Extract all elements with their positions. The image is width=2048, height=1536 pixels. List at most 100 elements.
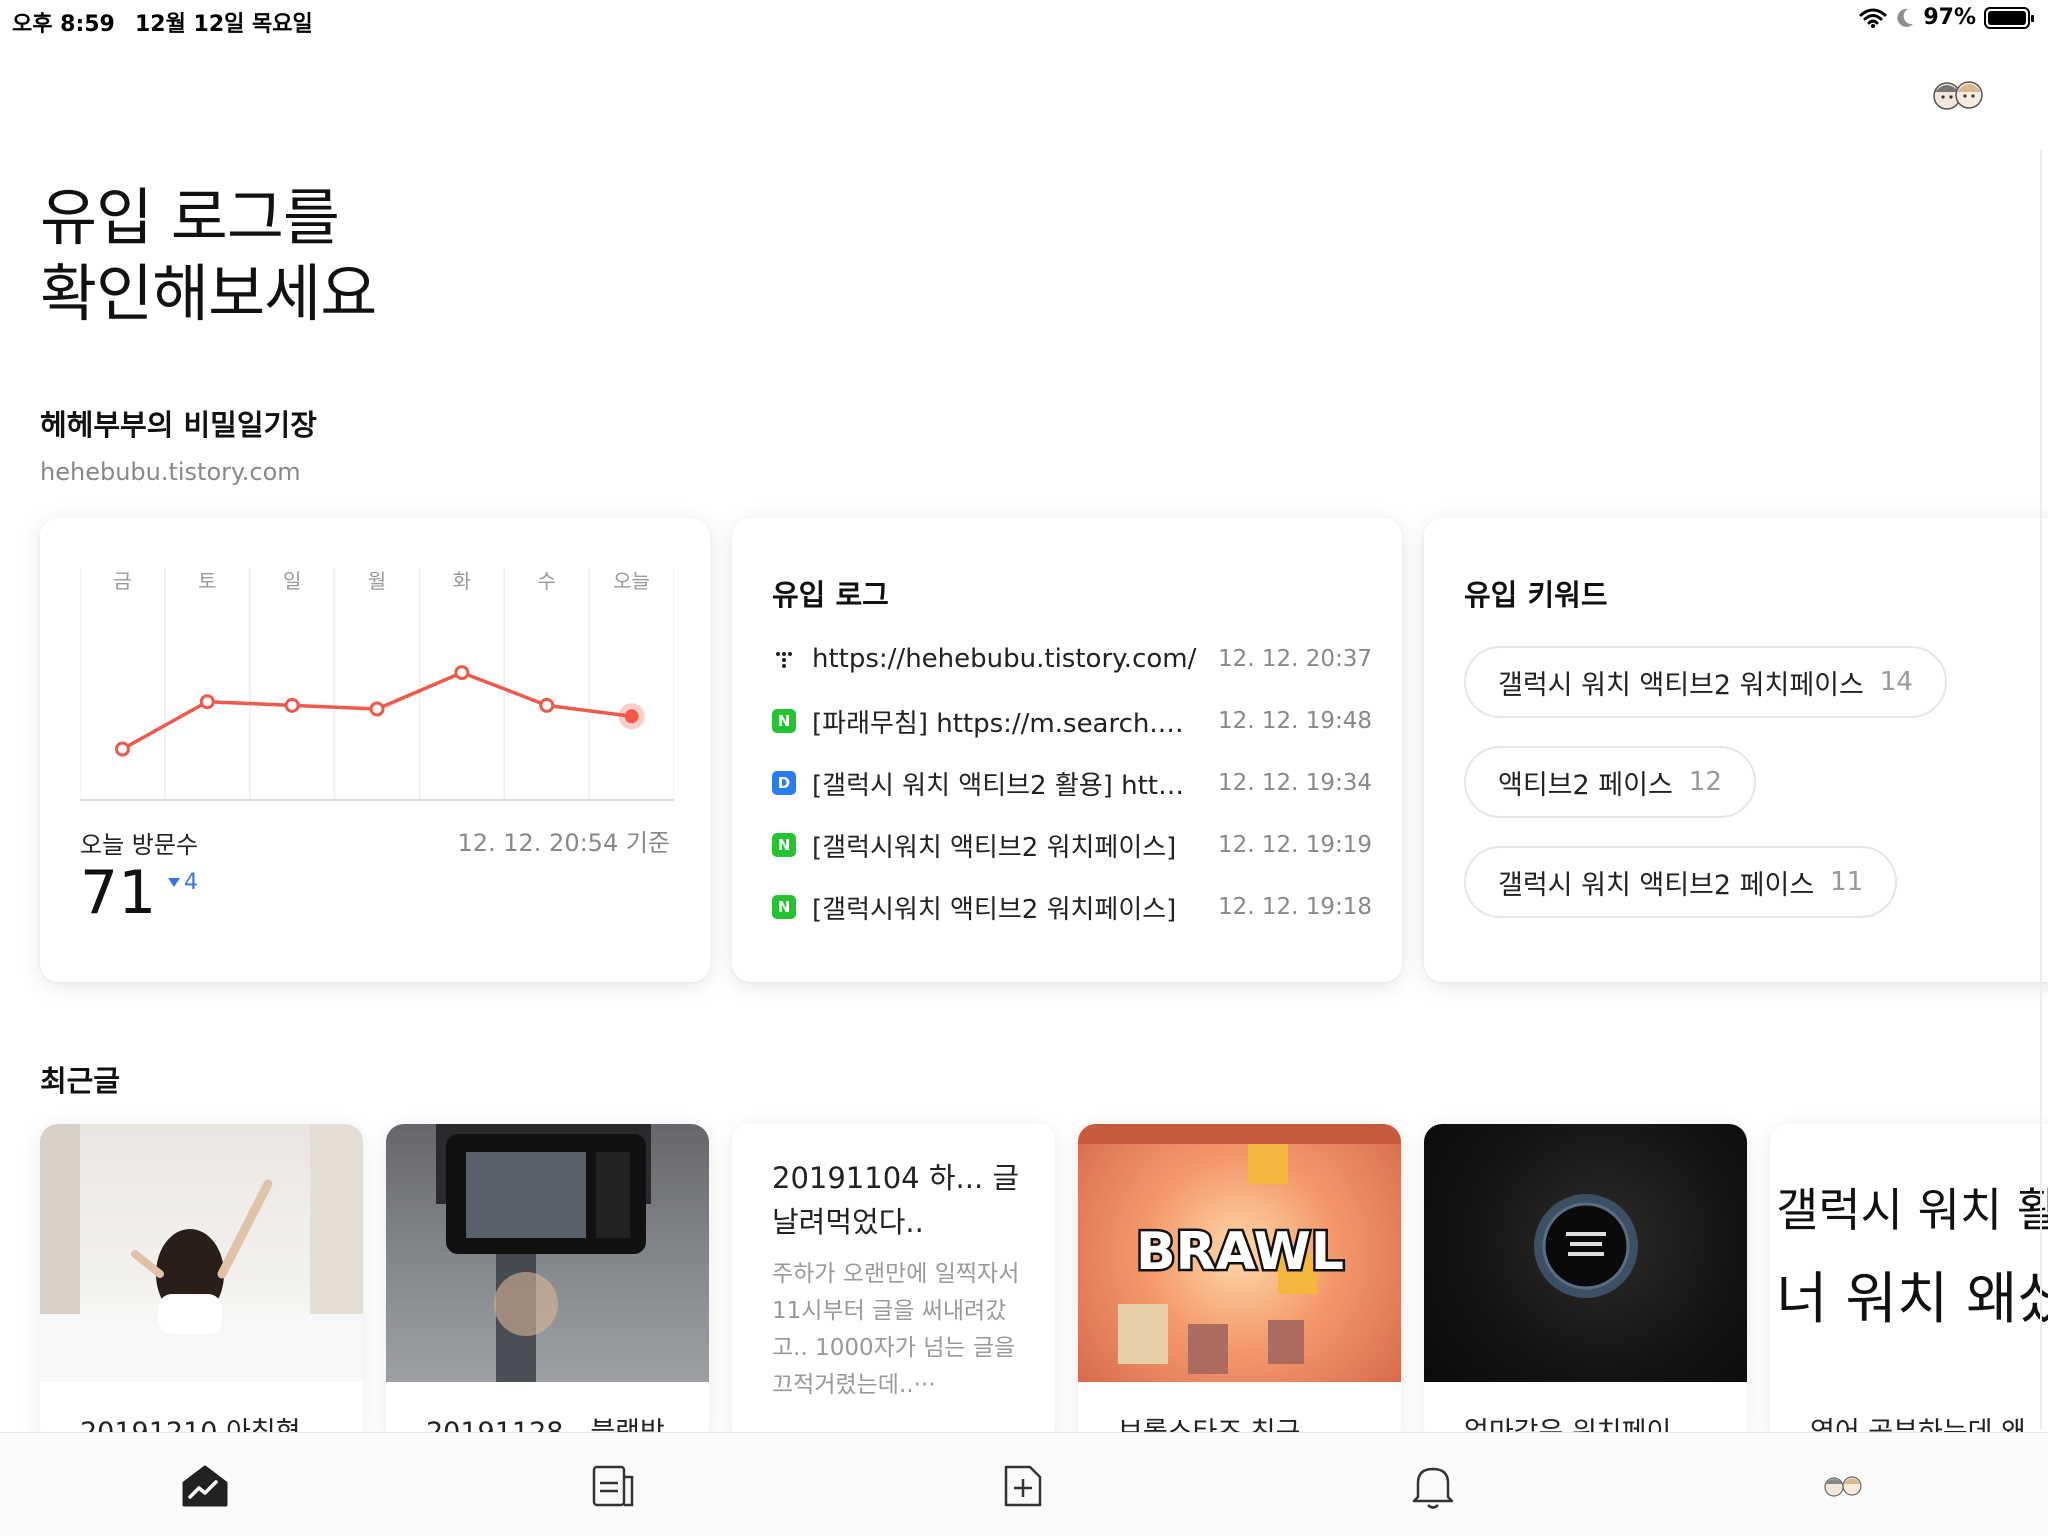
status-bar: 오후 8:59 12월 12일 목요일 97% (0, 0, 2048, 40)
blog-url: hehebubu.tistory.com (40, 458, 301, 486)
chart-tick-label: 화 (453, 569, 471, 593)
post-thumbnail: 갤럭시 워치 활용 너 워치 왜샀 (1770, 1124, 2048, 1382)
chart-point (199, 694, 215, 710)
visits-delta: 4 (168, 870, 198, 895)
page-headline: 유입 로그를 확인해보세요 (40, 180, 377, 332)
headline-line1: 유입 로그를 (40, 181, 340, 254)
visits-delta-value: 4 (184, 870, 198, 895)
post-excerpt: 주하가 오랜만에 일찍자서 11시부터 글을 써내려갔고.. 1000자가 넘는… (772, 1261, 1020, 1398)
log-time: 12. 12. 19:19 (1217, 832, 1372, 858)
tab-notifications[interactable] (1406, 1459, 1460, 1513)
log-time: 12. 12. 19:18 (1217, 894, 1372, 920)
couple-avatar-icon (1933, 81, 1983, 110)
keyword-pill[interactable]: 갤럭시 워치 액티브2 워치페이스 14 (1464, 646, 1947, 718)
status-time: 오후 8:59 (12, 12, 115, 37)
post-thumbnail (1424, 1124, 1747, 1382)
post-thumbnail (386, 1124, 709, 1382)
log-text: https://hehebubu.tistory.com/ (812, 644, 1197, 674)
chart-tick-label: 수 (538, 569, 556, 593)
chart-point (369, 701, 385, 717)
posts-icon (592, 1465, 634, 1507)
status-date: 12월 12일 목요일 (135, 12, 313, 37)
inflow-keywords-card[interactable]: 유입 키워드 갤럭시 워치 액티브2 워치페이스 14 액티브2 페이스 12 갤럭… (1424, 518, 2048, 982)
naver-icon: N (772, 709, 796, 733)
inflow-log-list: https://hehebubu.tistory.com/ 12. 12. 20… (772, 628, 1372, 938)
log-text: [갤럭시워치 액티브2 워치페이스] (812, 832, 1177, 863)
chart-tick-label: 오늘 (613, 569, 650, 593)
visits-card[interactable]: 금 토 일 월 화 수 오늘 오늘 방문수 12. 12. 20:54 기준 71 4 (40, 518, 710, 982)
profile-icon (1824, 1476, 1862, 1497)
handwriting-line1: 갤럭시 워치 활용 (1776, 1183, 2048, 1237)
log-time: 12. 12. 19:48 (1217, 708, 1372, 734)
chart-tick-label: 금 (113, 569, 131, 593)
log-text: [파래무침] https://m.search.naver.com (812, 708, 1200, 739)
visits-count: 71 (80, 858, 157, 928)
battery-percent: 97% (1923, 5, 1976, 30)
inflow-keywords-title: 유입 키워드 (1464, 578, 1608, 612)
down-arrow-icon (168, 878, 180, 887)
chart-tick-label: 월 (368, 569, 386, 593)
post-card[interactable]: 20191128 - 블랙박 (386, 1124, 709, 1444)
chart-tick-label: 토 (198, 569, 216, 593)
keyword-count: 14 (1879, 667, 1913, 697)
profile-avatar[interactable] (1928, 72, 1988, 124)
handwriting-line2: 너 워치 왜샀 (1776, 1267, 2048, 1332)
game-logo-text: BRAWL (1136, 1222, 1344, 1282)
visits-chart: 금 토 일 월 화 수 오늘 (80, 568, 674, 801)
log-time: 12. 12. 20:37 (1217, 646, 1372, 672)
log-row[interactable]: D [갤럭시 워치 액티브2 활용] https://m.search.daum… (772, 752, 1372, 814)
log-text: [갤럭시워치 액티브2 워치페이스] (812, 894, 1177, 925)
keyword-list: 갤럭시 워치 액티브2 워치페이스 14 액티브2 페이스 12 갤럭시 워치 액티… (1464, 646, 1947, 946)
chart-point (114, 741, 130, 757)
direct-link-icon (772, 647, 796, 671)
recent-posts-title: 최근글 (40, 1064, 121, 1098)
log-row[interactable]: N [파래무침] https://m.search.naver.com 12. … (772, 690, 1372, 752)
post-thumbnail (40, 1124, 363, 1382)
log-row[interactable]: N [갤럭시워치 액티브2 워치페이스] 12. 12. 19:19 (772, 814, 1372, 876)
keyword-count: 12 (1688, 767, 1722, 797)
visits-basis-time: 12. 12. 20:54 기준 (457, 829, 670, 857)
tab-stats[interactable] (178, 1459, 232, 1513)
chart-point (284, 697, 300, 713)
post-title: 20191104 하... 글 날려먹었다.. (772, 1161, 1020, 1239)
notification-icon (1412, 1467, 1454, 1509)
keyword-pill[interactable]: 액티브2 페이스 12 (1464, 746, 1756, 818)
daum-icon: D (772, 771, 796, 795)
post-card[interactable]: 갤럭시 워치 활용 너 워치 왜샀 영어 공부하는데 왜 (1770, 1124, 2048, 1444)
post-card[interactable]: 20191210 아침형 (40, 1124, 363, 1444)
inflow-log-title: 유입 로그 (772, 578, 889, 612)
post-card[interactable]: BRAWL 브롤스타즈 친구 (1078, 1124, 1401, 1444)
post-card[interactable]: 20191104 하... 글 날려먹었다.. 주하가 오랜만에 일찍자서 11… (732, 1124, 1055, 1444)
moon-icon (1897, 8, 1914, 27)
chart-point (624, 709, 639, 724)
blog-name[interactable]: 헤헤부부의 비밀일기장 (40, 402, 317, 444)
tab-posts[interactable] (586, 1459, 640, 1513)
bottom-tab-bar (0, 1432, 2048, 1536)
keyword-label: 갤럭시 워치 액티브2 워치페이스 (1498, 669, 1864, 701)
log-time: 12. 12. 19:34 (1217, 770, 1372, 796)
tab-profile[interactable] (1816, 1459, 1870, 1513)
wifi-icon (1859, 8, 1887, 28)
scroll-indicator (2040, 150, 2042, 1430)
app-screen: 오후 8:59 12월 12일 목요일 97% 유입 로그를 확인해보세요 헤헤… (0, 0, 2048, 1536)
new-post-icon (1004, 1465, 1042, 1507)
log-text: [갤럭시 워치 액티브2 활용] https://m.search.daum.n… (812, 770, 1200, 801)
keyword-pill[interactable]: 갤럭시 워치 액티브2 페이스 11 (1464, 846, 1898, 918)
chart-tick-label: 일 (283, 569, 301, 593)
visits-label: 오늘 방문수 (80, 831, 199, 859)
post-card[interactable]: 얼마같은 워치페이 (1424, 1124, 1747, 1444)
keyword-count: 11 (1830, 867, 1864, 897)
log-row[interactable]: https://hehebubu.tistory.com/ 12. 12. 20… (772, 628, 1372, 690)
inflow-log-card[interactable]: 유입 로그 https://hehebubu.tistory.com/ 12. … (732, 518, 1402, 982)
chart-point (454, 665, 470, 681)
chart-point (539, 697, 555, 713)
log-row[interactable]: N [갤럭시워치 액티브2 워치페이스] 12. 12. 19:18 (772, 876, 1372, 938)
keyword-label: 액티브2 페이스 (1498, 769, 1673, 801)
headline-line2: 확인해보세요 (40, 257, 377, 330)
tab-new-post[interactable] (996, 1459, 1050, 1513)
stats-icon (182, 1465, 228, 1507)
naver-icon: N (772, 895, 796, 919)
status-right: 97% (1859, 5, 2034, 30)
keyword-label: 갤럭시 워치 액티브2 페이스 (1498, 869, 1815, 901)
recent-posts-list: 20191210 아침형 20191128 - 블랙박 20191104 하..… (40, 1124, 2048, 1444)
